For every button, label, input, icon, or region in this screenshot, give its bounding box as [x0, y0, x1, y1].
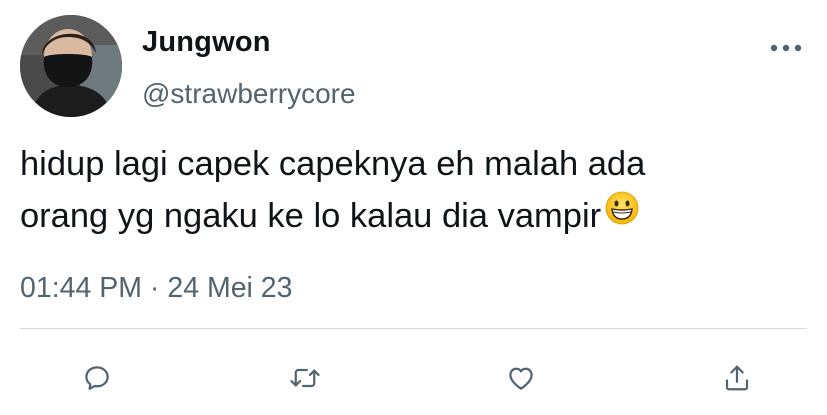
tweet-text-line-2-text: orang yg ngaku ke lo kalau dia vampir [20, 197, 602, 235]
display-name[interactable]: Jungwon [142, 26, 271, 59]
more-options-button[interactable] [766, 36, 806, 60]
more-horizontal-icon [770, 44, 802, 52]
grinning-face-emoji [605, 188, 639, 240]
avatar-image [20, 15, 122, 117]
reply-button[interactable] [77, 358, 117, 398]
share-button[interactable] [717, 358, 757, 398]
retweet-button[interactable] [285, 358, 325, 398]
user-handle[interactable]: @strawberrycore [142, 78, 356, 110]
like-button[interactable] [501, 358, 541, 398]
tweet-text: hidup lagi capek capeknya eh malah ada o… [20, 138, 810, 244]
avatar[interactable] [20, 15, 122, 117]
heart-icon [509, 367, 533, 390]
tweet-timestamp[interactable]: 01:44 PM · 24 Mei 23 [20, 272, 293, 305]
tweet-date: 24 Mei 23 [167, 272, 293, 304]
reply-icon [85, 366, 109, 390]
tweet-text-line-1: hidup lagi capek capeknya eh malah ada [20, 145, 646, 183]
tweet-time: 01:44 PM [20, 272, 142, 304]
divider [20, 328, 807, 329]
retweet-icon [290, 368, 320, 388]
tweet-text-line-2: orang yg ngaku ke lo kalau dia vampir [20, 190, 810, 244]
timestamp-separator: · [149, 272, 160, 304]
share-icon [725, 365, 749, 391]
